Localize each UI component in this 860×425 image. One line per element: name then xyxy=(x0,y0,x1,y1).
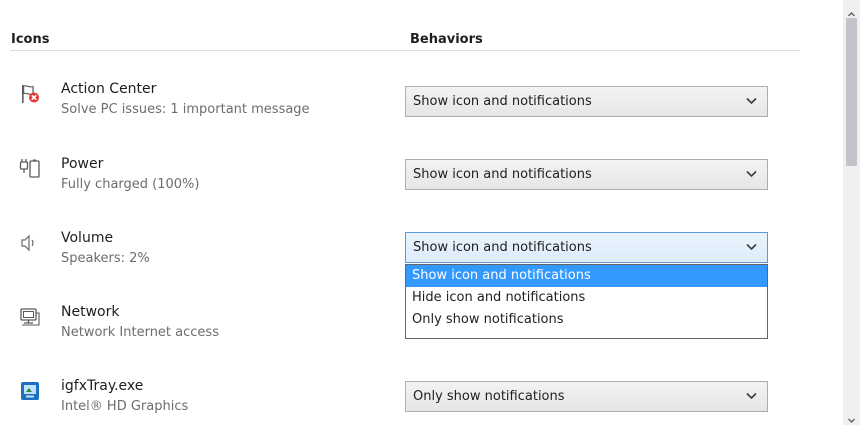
dropdown-option-only-notifications[interactable]: Only show notifications xyxy=(406,309,767,331)
behavior-select-power[interactable]: Show icon and notifications xyxy=(405,159,768,190)
dropdown-option-show-icon[interactable]: Show icon and notifications xyxy=(406,265,767,287)
row-name: Volume xyxy=(61,230,114,246)
chevron-down-icon xyxy=(746,243,757,251)
row-description: Network Internet access xyxy=(61,325,219,340)
select-value: Only show notifications xyxy=(413,389,565,404)
dropdown-option-hide-icon[interactable]: Hide icon and notifications xyxy=(406,287,767,309)
behavior-dropdown-list: Show icon and notifications Hide icon an… xyxy=(405,264,768,339)
intel-graphics-icon xyxy=(19,380,41,402)
network-icon xyxy=(19,306,41,328)
select-value: Show icon and notifications xyxy=(413,167,592,182)
chevron-down-icon xyxy=(746,170,757,178)
behavior-select-action-center[interactable]: Show icon and notifications xyxy=(405,86,768,117)
vertical-scrollbar[interactable] xyxy=(843,0,860,425)
behavior-select-volume[interactable]: Show icon and notifications xyxy=(405,232,768,263)
select-value: Show icon and notifications xyxy=(413,94,592,109)
header-divider xyxy=(10,50,800,51)
battery-plug-icon xyxy=(19,158,41,180)
speaker-icon xyxy=(19,232,41,254)
flag-error-icon xyxy=(19,83,41,105)
row-name: igfxTray.exe xyxy=(61,378,144,394)
scroll-down-icon[interactable] xyxy=(847,410,856,423)
row-description: Speakers: 2% xyxy=(61,251,150,266)
chevron-down-icon xyxy=(746,392,757,400)
row-name: Action Center xyxy=(61,81,157,97)
row-name: Network xyxy=(61,304,120,320)
row-name: Power xyxy=(61,156,104,172)
scrollbar-thumb[interactable] xyxy=(846,18,857,166)
column-header-icons: Icons xyxy=(11,32,50,47)
row-description: Solve PC issues: 1 important message xyxy=(61,102,310,117)
chevron-down-icon xyxy=(746,97,757,105)
row-description: Fully charged (100%) xyxy=(61,177,200,192)
column-header-behaviors: Behaviors xyxy=(410,32,483,47)
row-description: Intel® HD Graphics xyxy=(61,399,189,414)
behavior-select-igfxtray[interactable]: Only show notifications xyxy=(405,381,768,412)
select-value: Show icon and notifications xyxy=(413,240,592,255)
scroll-up-icon[interactable] xyxy=(847,4,856,17)
